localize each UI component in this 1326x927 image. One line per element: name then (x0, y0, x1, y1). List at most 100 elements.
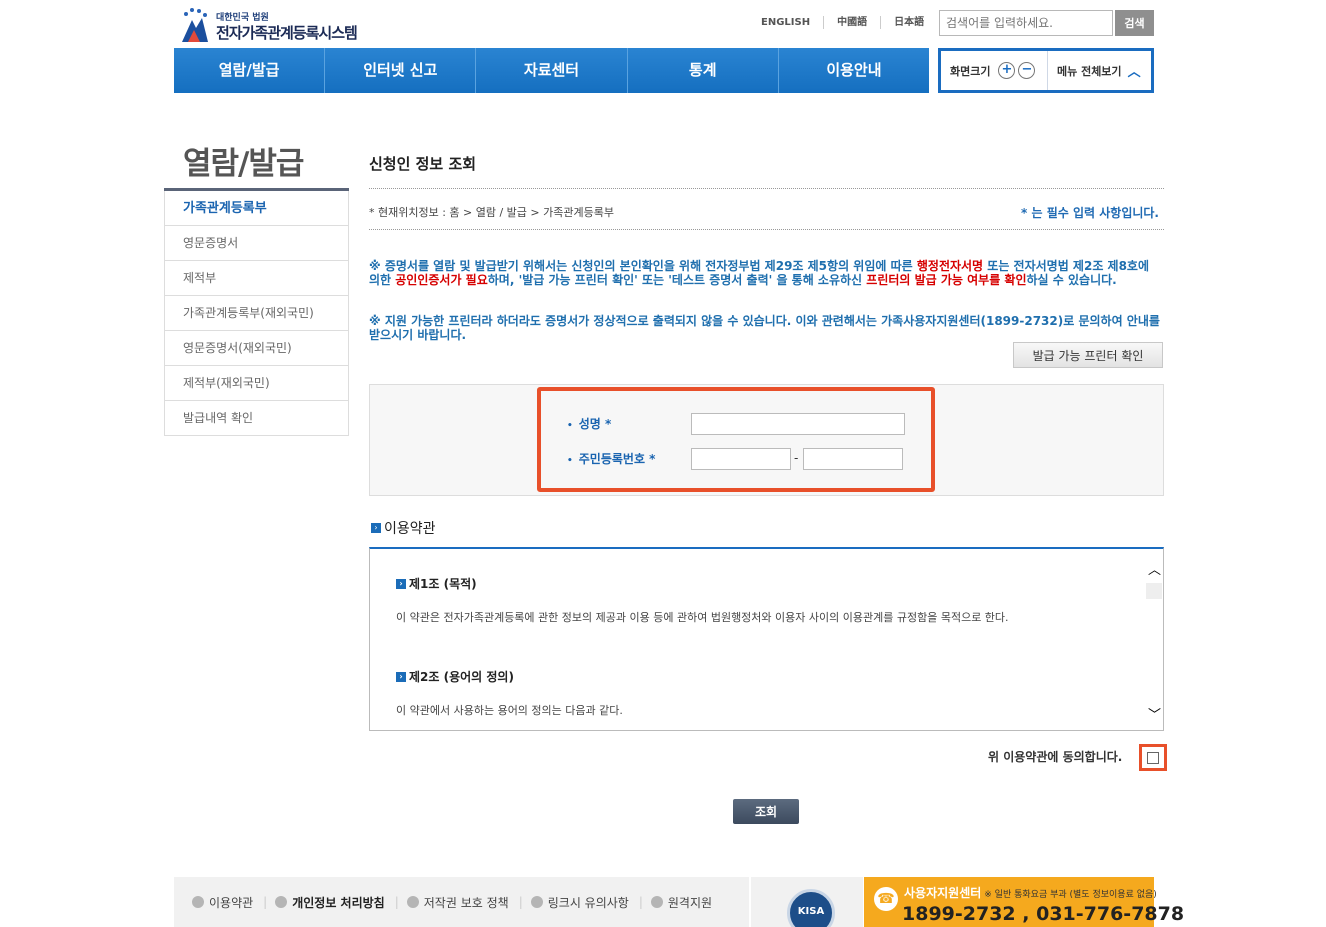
footer-link-text: 링크시 유의사항 (547, 895, 629, 910)
sidebar-item-english-cert[interactable]: 영문증명서 (164, 226, 349, 261)
support-title: 사용자지원센터 ※ 일반 통화요금 부과 (별도 정보이용료 없음) (904, 884, 1157, 901)
lang-japanese[interactable]: 日本語 (881, 16, 937, 29)
submit-button[interactable]: 조회 (733, 799, 799, 824)
language-links: ENGLISH 中國語 日本語 (748, 16, 937, 29)
nav-guide[interactable]: 이용안내 (779, 48, 929, 93)
sidebar-item-english-cert-overseas[interactable]: 영문증명서(재외국민) (164, 331, 349, 366)
printer-check-button[interactable]: 발급 가능 프린터 확인 (1013, 342, 1163, 368)
bullet-icon: • (567, 456, 573, 466)
name-label-text: 성명 * (578, 417, 612, 431)
notice-text: ※ 증명서를 열람 및 발급받기 위해서는 신청인의 본인확인을 위해 전자정부… (369, 259, 917, 273)
menu-all-button[interactable]: 메뉴 전체보기 ︿ (1048, 51, 1151, 90)
nav-data-center[interactable]: 자료센터 (476, 48, 628, 93)
notice-printer: ※ 지원 가능한 프린터라 하더라도 증명서가 정상적으로 출력되지 않을 수 … (369, 314, 1160, 342)
rrn-front-input[interactable] (691, 448, 791, 470)
arrow-square-icon: › (396, 578, 406, 589)
sidebar-item-removed-register-overseas[interactable]: 제적부(재외국민) (164, 366, 349, 401)
terms-heading: › 이용약관 (371, 518, 436, 538)
utility-bar: 화면크기 + − 메뉴 전체보기 ︿ (938, 48, 1154, 93)
article-body: 이 약관은 전자가족관계등록에 관한 정보의 제공과 이용 등에 관하여 법원행… (396, 611, 1009, 624)
main-nav: 열람/발급 인터넷 신고 자료센터 통계 이용안내 (174, 48, 929, 93)
phone-icon: ☎ (874, 887, 898, 911)
breadcrumb: * 현재위치정보 : 홈 > 열람 / 발급 > 가족관계등록부 (369, 206, 614, 219)
support-note: ※ 일반 통화요금 부과 (별도 정보이용료 없음) (984, 890, 1157, 900)
lang-chinese[interactable]: 中國語 (824, 16, 882, 29)
nav-statistics[interactable]: 통계 (628, 48, 779, 93)
site-logo[interactable]: 대한민국 법원 전자가족관계등록시스템 (172, 4, 372, 46)
sidebar-item-removed-register[interactable]: 제적부 (164, 261, 349, 296)
footer-links: 이용약관 | 개인정보 처리방침 | 저작권 보호 정책 | 링크시 유의사항 … (174, 877, 749, 927)
people-icon (275, 896, 288, 908)
article-title-text: 제2조 (용어의 정의) (409, 670, 514, 684)
article-body: 이 약관에서 사용하는 용어의 정의는 다음과 같다. (396, 704, 623, 717)
divider: | (263, 895, 268, 909)
notice-text: 하실 수 있습니다. (1026, 273, 1117, 287)
rrn-label-text: 주민등록번호 * (578, 452, 656, 466)
bullet-icon: • (567, 421, 573, 431)
footer-link-text: 개인정보 처리방침 (292, 895, 385, 910)
page: 대한민국 법원 전자가족관계등록시스템 ENGLISH 中國語 日本語 검색 열… (0, 0, 1326, 927)
scrollbar[interactable]: ︿ ﹀ (1145, 559, 1163, 723)
chevron-up-icon[interactable]: ︿ (1148, 559, 1161, 578)
scroll-thumb[interactable] (1146, 583, 1162, 599)
footer-link-terms[interactable]: 이용약관 (192, 894, 253, 911)
footer-link-text: 저작권 보호 정책 (423, 895, 509, 910)
zoom-label: 화면크기 (950, 64, 991, 78)
applicant-form: • 성명 * • 주민등록번호 * - (369, 384, 1164, 496)
sidebar-title: 열람/발급 (183, 146, 304, 182)
terms-icon (192, 896, 204, 908)
kisa-certification: KISA (751, 877, 863, 927)
divider (369, 229, 1164, 230)
divider: | (638, 895, 643, 909)
rrn-dash: - (794, 451, 799, 465)
agree-checkbox[interactable] (1147, 752, 1159, 764)
footer-link-privacy[interactable]: 개인정보 처리방침 (275, 894, 385, 911)
chevron-down-icon[interactable]: ﹀ (1148, 704, 1161, 723)
name-label: • 성명 * (567, 415, 611, 432)
rrn-back-input[interactable] (803, 448, 903, 470)
divider: | (394, 895, 399, 909)
sidebar-item-family-register-overseas[interactable]: 가족관계등록부(재외국민) (164, 296, 349, 331)
terms-scroll-box[interactable]: › 제1조 (목적) 이 약관은 전자가족관계등록에 관한 정보의 제공과 이용 … (369, 547, 1164, 731)
support-phone: 1899-2732 , 031-776-7878 (902, 903, 1185, 925)
footer-link-copyright[interactable]: 저작권 보호 정책 (406, 894, 509, 911)
page-title: 신청인 정보 조회 (369, 155, 477, 173)
sidebar-item-family-register[interactable]: 가족관계등록부 (164, 191, 349, 226)
logo-title: 전자가족관계등록시스템 (216, 24, 358, 42)
notice-highlight: 행정전자서명 (916, 259, 984, 273)
footer-link-remote-support[interactable]: 원격지원 (650, 894, 713, 911)
divider (369, 188, 1164, 189)
support-title-text: 사용자지원센터 (904, 886, 982, 900)
form-highlight: • 성명 * • 주민등록번호 * - (537, 387, 935, 492)
agree-label: 위 이용약관에 동의합니다. (988, 750, 1123, 764)
terms-heading-text: 이용약관 (384, 521, 436, 537)
zoom-out-icon[interactable]: − (1018, 62, 1036, 79)
notice-certificate: ※ 증명서를 열람 및 발급받기 위해서는 신청인의 본인확인을 위해 전자정부… (369, 259, 1164, 287)
search-input[interactable] (939, 10, 1113, 36)
article-title: › 제2조 (용어의 정의) (396, 668, 514, 685)
zoom-in-icon[interactable]: + (998, 62, 1016, 79)
notice-highlight: 프린터의 발급 가능 여부를 확인 (866, 273, 1027, 287)
footer-link-link-policy[interactable]: 링크시 유의사항 (530, 894, 629, 911)
arrow-square-icon: › (396, 671, 406, 682)
required-note: * 는 필수 입력 사항입니다. (1021, 206, 1159, 220)
nav-internet-report[interactable]: 인터넷 신고 (325, 48, 477, 93)
article-title: › 제1조 (목적) (396, 575, 477, 592)
footer-link-text: 원격지원 (667, 895, 713, 910)
support-center: ☎ 사용자지원센터 ※ 일반 통화요금 부과 (별도 정보이용료 없음) 1899… (864, 877, 1184, 927)
agree-highlight (1139, 744, 1167, 771)
lang-english[interactable]: ENGLISH (748, 16, 825, 29)
rrn-label: • 주민등록번호 * (567, 450, 655, 467)
link-icon (530, 896, 543, 908)
arrow-square-icon: › (371, 523, 381, 533)
divider: | (518, 895, 523, 909)
notice-text: 하며, '발급 가능 프린터 확인' 또는 '테스트 증명서 출력' 을 통해 … (487, 273, 867, 287)
article-title-text: 제1조 (목적) (409, 577, 477, 591)
search-button[interactable]: 검색 (1115, 10, 1154, 36)
notice-highlight: 공인인증서가 필요 (395, 273, 488, 287)
nav-view-issue[interactable]: 열람/발급 (174, 48, 326, 93)
sidebar-menu: 가족관계등록부 영문증명서 제적부 가족관계등록부(재외국민) 영문증명서(재외… (164, 188, 349, 436)
sidebar-item-issue-history[interactable]: 발급내역 확인 (164, 401, 349, 436)
monitor-icon (650, 896, 663, 908)
name-input[interactable] (691, 413, 905, 435)
